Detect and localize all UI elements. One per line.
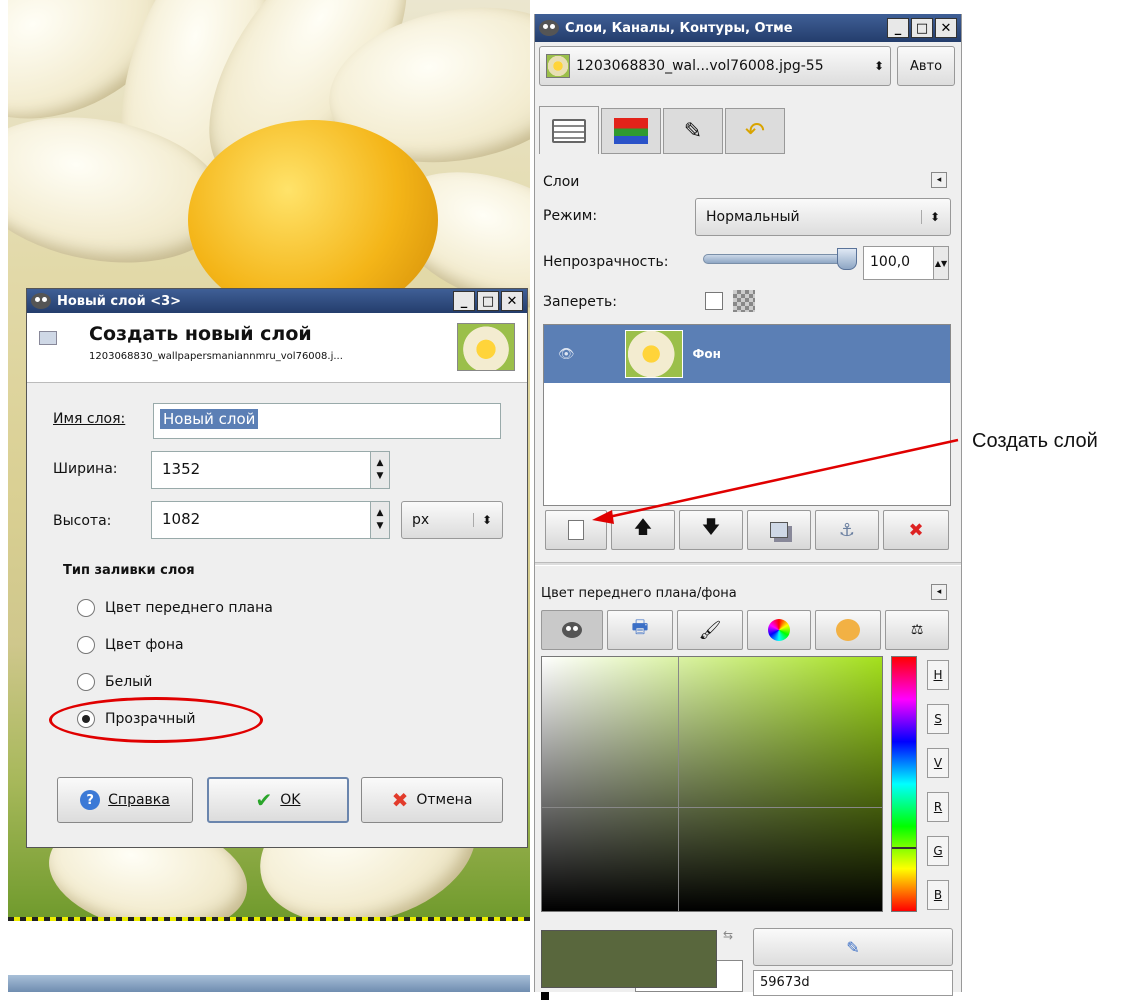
annotation-label: Создать слой bbox=[972, 430, 1098, 452]
default-colors-icon[interactable] bbox=[541, 992, 549, 1000]
annotation-arrow bbox=[592, 438, 959, 524]
